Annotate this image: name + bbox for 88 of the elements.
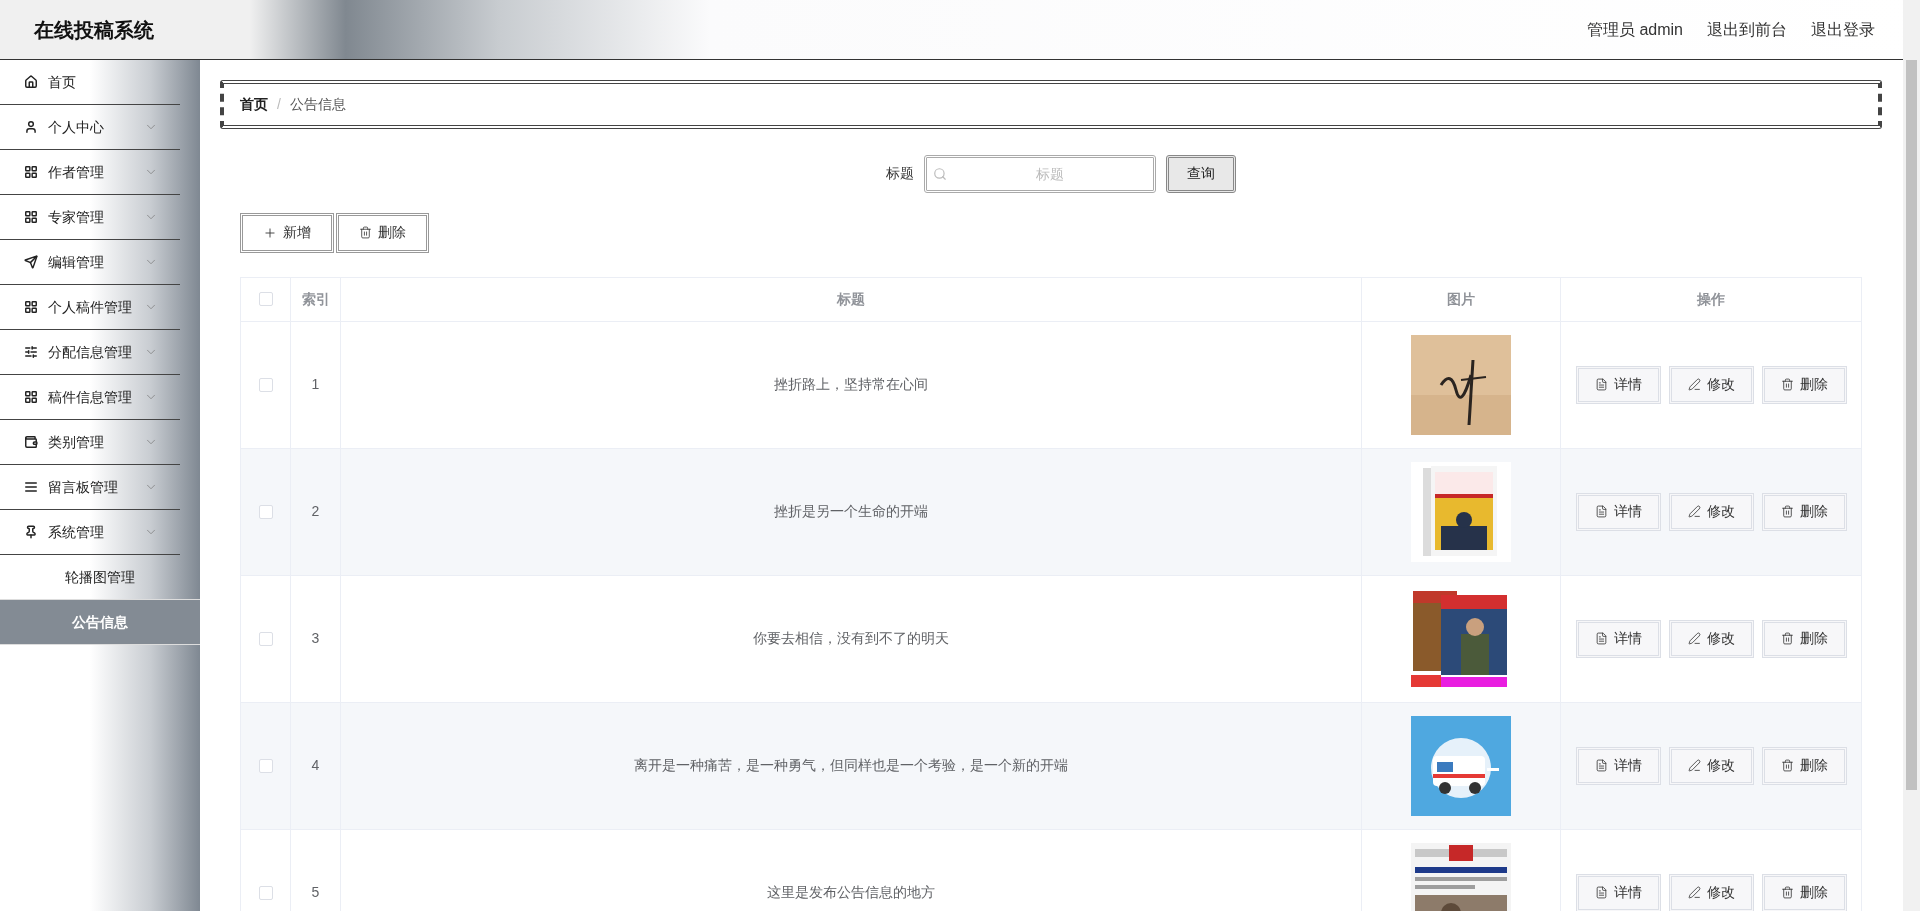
user-menu-link[interactable]: 管理员 admin (1586, 17, 1683, 42)
trash-icon (1780, 886, 1794, 900)
table-cell-text: 离开是一种痛苦，是一种勇气，但同样也是一个考验，是一个新的开端 (634, 756, 1068, 776)
checkbox[interactable] (258, 504, 273, 519)
table-cell-text: 挫折是另一个生命的开端 (774, 502, 928, 522)
table-cell-text: 5 (311, 883, 320, 903)
pen-icon (1687, 505, 1701, 519)
table-cell-text: 你要去相信，没有到不了的明天 (753, 629, 949, 649)
details-button[interactable]: 详情 (1575, 492, 1661, 531)
pen-icon (1687, 632, 1701, 646)
wallet-icon (24, 435, 38, 449)
edit-button[interactable]: 修改 (1668, 492, 1754, 531)
table-cell-text: 3 (311, 629, 320, 649)
grid-icon (24, 210, 38, 224)
add-button[interactable]: 新增 (240, 212, 334, 253)
details-button[interactable]: 详情 (1575, 873, 1661, 911)
sidebar-item[interactable]: 首页 (0, 60, 180, 105)
trash-icon (1780, 632, 1794, 646)
user-icon (24, 120, 38, 134)
breadcrumb-link[interactable]: 公告信息 (289, 93, 346, 115)
sidebar-item[interactable]: 个人稿件管理 (0, 285, 180, 330)
table-cell-text: 挫折路上，坚持常在心间 (774, 375, 928, 395)
pin-icon (24, 525, 38, 539)
delete-button[interactable]: 删除 (1761, 619, 1847, 658)
lines-icon (24, 480, 38, 494)
search-field[interactable]: 标题 (924, 154, 1156, 193)
checkbox[interactable] (258, 885, 273, 900)
trash-icon (359, 226, 372, 240)
sidebar-item[interactable]: 系统管理 (0, 510, 180, 555)
column-header: 索引 (301, 289, 330, 309)
edit-button[interactable]: 修改 (1668, 746, 1754, 785)
paper-plane-icon (24, 255, 38, 269)
delete-button[interactable]: 删除 (1761, 492, 1847, 531)
table-cell-text: 4 (311, 756, 320, 776)
search-button[interactable]: 查询 (1166, 154, 1236, 193)
plus-icon (263, 225, 277, 240)
edit-button[interactable]: 修改 (1668, 365, 1754, 404)
grid-icon (24, 300, 38, 314)
delete-button[interactable]: 删除 (1761, 873, 1847, 911)
search-label: 标题 (886, 164, 914, 184)
sidebar-item[interactable]: 类别管理 (0, 420, 180, 465)
delete-button[interactable]: 删除 (1761, 365, 1847, 404)
table-cell-text: 这里是发布公告信息的地方 (767, 883, 935, 903)
details-button[interactable]: 详情 (1575, 619, 1661, 658)
details-button[interactable]: 详情 (1575, 365, 1661, 404)
trash-icon (1780, 759, 1794, 773)
trash-icon (1780, 505, 1794, 519)
checkbox[interactable] (258, 292, 273, 307)
checkbox[interactable] (258, 631, 273, 646)
search-icon (933, 166, 947, 181)
scrollbar[interactable] (1903, 0, 1920, 911)
header-link[interactable]: 退出登录 (1811, 17, 1875, 42)
checkbox[interactable] (258, 758, 273, 773)
grid-icon (24, 165, 38, 179)
breadcrumb-link[interactable]: 首页 (240, 93, 268, 115)
sidebar-item[interactable]: 个人中心 (0, 105, 180, 150)
trash-icon (1780, 378, 1794, 392)
document-icon (1594, 505, 1608, 519)
document-icon (1594, 759, 1608, 773)
document-icon (1594, 632, 1608, 646)
document-icon (1594, 886, 1608, 900)
pen-icon (1687, 886, 1701, 900)
delete-button[interactable]: 删除 (336, 212, 429, 253)
sliders-icon (24, 345, 38, 359)
delete-button[interactable]: 删除 (1761, 746, 1847, 785)
sidebar-item[interactable]: 稿件信息管理 (0, 375, 180, 420)
column-header: 标题 (837, 289, 865, 309)
sidebar-item[interactable]: 编辑管理 (0, 240, 180, 285)
sidebar-item[interactable]: 专家管理 (0, 195, 180, 240)
document-icon (1594, 378, 1608, 392)
app-title: 在线投稿系统 (34, 17, 154, 43)
sidebar-item[interactable]: 作者管理 (0, 150, 180, 195)
details-button[interactable]: 详情 (1575, 746, 1661, 785)
edit-button[interactable]: 修改 (1668, 873, 1754, 911)
home-icon (24, 75, 38, 89)
edit-button[interactable]: 修改 (1668, 619, 1754, 658)
table-cell-text: 1 (311, 375, 320, 395)
pen-icon (1687, 759, 1701, 773)
breadcrumb-separator: / (277, 94, 281, 114)
sidebar-item[interactable]: 分配信息管理 (0, 330, 180, 375)
column-header: 图片 (1447, 289, 1475, 309)
table-cell-text: 2 (311, 502, 320, 522)
checkbox[interactable] (258, 377, 273, 392)
pen-icon (1687, 378, 1701, 392)
header-link[interactable]: 退出到前台 (1707, 17, 1787, 42)
grid-icon (24, 390, 38, 404)
column-header: 操作 (1697, 289, 1725, 309)
sidebar-item[interactable]: 留言板管理 (0, 465, 180, 510)
